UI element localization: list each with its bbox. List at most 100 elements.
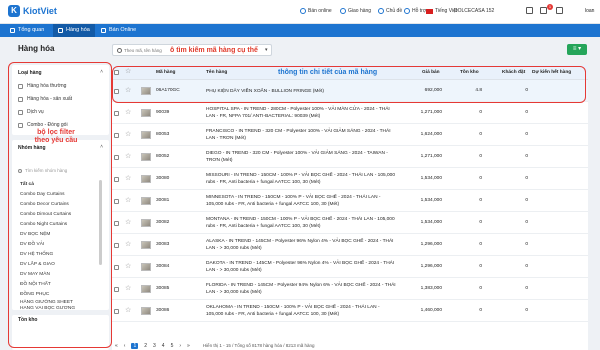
eye-icon	[10, 28, 15, 33]
product-name[interactable]: FRANCISCO - IN TREND - 320 CM - Polyeste…	[206, 128, 396, 142]
table-row[interactable]: ☆ 30082 MONTANA - IN TREND - 150CM - 100% …	[112, 212, 588, 234]
product-name[interactable]: FLORIDA - IN TREND - 145CM - Polyester 9…	[206, 282, 396, 296]
row-checkbox[interactable]	[114, 133, 119, 138]
star-icon[interactable]: ☆	[125, 108, 131, 116]
product-name[interactable]: MONTANA - IN TREND - 150CM - 100% P - VẢ…	[206, 216, 396, 230]
vietnam-flag-icon	[426, 8, 433, 14]
page-link[interactable]: 1	[131, 342, 139, 349]
product-price: 1,534,000	[420, 198, 442, 203]
kiotviet-logo-icon: K	[8, 5, 20, 17]
gear-icon[interactable]	[556, 7, 563, 14]
product-name[interactable]: HOSPITAL SPA - IN TREND - 280CM - Polyes…	[206, 106, 396, 120]
search-input[interactable]	[124, 46, 169, 55]
topnav-online-sales-label: Bán online	[308, 8, 332, 14]
star-icon[interactable]: ☆	[125, 174, 131, 182]
product-code[interactable]: 30085	[156, 286, 169, 291]
mail-icon[interactable]	[526, 7, 533, 14]
star-icon[interactable]: ☆	[125, 130, 131, 138]
page-link[interactable]: 3	[153, 343, 156, 349]
star-icon[interactable]: ☆	[125, 152, 131, 160]
product-name[interactable]: DAKOTA - IN TREND - 145CM - Polyester 96…	[206, 260, 396, 274]
product-stock: 0	[479, 242, 482, 247]
star-icon[interactable]: ☆	[125, 240, 131, 248]
star-icon[interactable]: ☆	[125, 306, 131, 314]
table-row[interactable]: ☆ 30083 ALASKA - IN TREND - 145CM - Polyes…	[112, 234, 588, 256]
row-checkbox[interactable]	[114, 265, 119, 270]
next-page-button[interactable]: ›	[179, 343, 181, 349]
topnav-language[interactable]: Tiếng Việt	[426, 8, 457, 14]
product-price: 1,271,000	[420, 154, 442, 159]
product-stock: 0	[479, 286, 482, 291]
table-row[interactable]: ☆ 30081 MINNESOTA - IN TREND - 150CM - 100…	[112, 190, 588, 212]
table-row[interactable]: ☆ 80053 FRANCISCO - IN TREND - 320 CM - Po…	[112, 124, 588, 146]
row-checkbox[interactable]	[114, 221, 119, 226]
add-product-button[interactable]: ≡ ▾	[567, 44, 587, 55]
user-menu[interactable]: loan	[585, 8, 594, 14]
topnav-shipping-label: Giao hàng	[348, 8, 372, 14]
page-link[interactable]: 2	[144, 343, 147, 349]
product-price: 1,460,000	[420, 308, 442, 313]
topnav-online-sales[interactable]: Bán online	[300, 8, 332, 14]
star-icon[interactable]: ☆	[125, 284, 131, 292]
product-price: 1,296,000	[420, 242, 442, 247]
topnav-theme-label: Chủ đề	[386, 8, 403, 14]
row-checkbox[interactable]	[114, 243, 119, 248]
table-row[interactable]: ☆ 30086 OKLAHOMA - IN TREND - 150CM - 100%…	[112, 300, 588, 322]
product-code[interactable]: 30081	[156, 198, 169, 203]
product-code[interactable]: 30082	[156, 220, 169, 225]
row-checkbox[interactable]	[114, 199, 119, 204]
table-row[interactable]: ☆ 30084 DAKOTA - IN TREND - 145CM - Polyes…	[112, 256, 588, 278]
search-annotation: ô tìm kiếm mã hàng cụ thể	[170, 46, 258, 54]
product-name[interactable]: OKLAHOMA - IN TREND - 150CM - 100% P - V…	[206, 304, 396, 318]
table-row[interactable]: ☆ 80052 DIEGO - IN TREND - 320 CM - Polyes…	[112, 146, 588, 168]
product-customer-order: 0	[525, 286, 528, 291]
tab-overview[interactable]: Tổng quan	[5, 24, 49, 37]
row-checkbox[interactable]	[114, 309, 119, 314]
topnav-shipping[interactable]: Giao hàng	[340, 8, 371, 14]
product-name[interactable]: DIEGO - IN TREND - 320 CM - Polyester 10…	[206, 150, 396, 164]
first-page-button[interactable]: «	[115, 343, 118, 349]
last-page-button[interactable]: »	[187, 343, 190, 349]
app-logo[interactable]: K KiotViet	[8, 5, 57, 17]
table-row[interactable]: ☆ 90039 HOSPITAL SPA - IN TREND - 280CM - …	[112, 102, 588, 124]
prev-page-button[interactable]: ‹	[124, 343, 126, 349]
product-thumbnail	[141, 285, 151, 293]
main-nav: Tổng quan Hàng hóa Bán Online	[0, 24, 600, 37]
product-price: 1,296,000	[420, 264, 442, 269]
star-icon[interactable]: ☆	[125, 262, 131, 270]
tab-online-sales[interactable]: Bán Online	[96, 24, 141, 37]
bell-icon[interactable]	[540, 7, 547, 14]
product-code[interactable]: 90039	[156, 110, 169, 115]
product-code[interactable]: 80053	[156, 132, 169, 137]
product-customer-order: 0	[525, 132, 528, 137]
row-highlight-box	[112, 66, 586, 103]
product-thumbnail	[141, 175, 151, 183]
row-checkbox[interactable]	[114, 287, 119, 292]
topnav-theme[interactable]: Chủ đề	[378, 8, 402, 14]
row-checkbox[interactable]	[114, 155, 119, 160]
star-icon[interactable]: ☆	[125, 218, 131, 226]
row-checkbox[interactable]	[114, 177, 119, 182]
row-checkbox[interactable]	[114, 111, 119, 116]
product-code[interactable]: 30083	[156, 242, 169, 247]
product-code[interactable]: 80052	[156, 154, 169, 159]
product-name[interactable]: MINNESOTA - IN TREND - 150CM - 100% P - …	[206, 194, 396, 208]
store-name[interactable]: DOLCECASA 152	[454, 8, 494, 14]
product-name[interactable]: ALASKA - IN TREND - 145CM - Polyester 96…	[206, 238, 396, 252]
product-code[interactable]: 30084	[156, 264, 169, 269]
box-icon	[58, 28, 63, 33]
product-stock: 0	[479, 154, 482, 159]
product-customer-order: 0	[525, 264, 528, 269]
table-row[interactable]: ☆ 30080 MISSOURI - IN TREND - 150CM - 100%…	[112, 168, 588, 190]
star-icon[interactable]: ☆	[125, 196, 131, 204]
table-row[interactable]: ☆ 30085 FLORIDA - IN TREND - 145CM - Polye…	[112, 278, 588, 300]
product-code[interactable]: 30080	[156, 176, 169, 181]
chevron-down-icon[interactable]: ▾	[265, 47, 268, 53]
topnav-support[interactable]: Hỗ trợ	[404, 8, 426, 14]
product-code[interactable]: 30086	[156, 308, 169, 313]
page-link[interactable]: 5	[171, 343, 174, 349]
product-name[interactable]: MISSOURI - IN TREND - 150CM - 100% P - V…	[206, 172, 396, 186]
filter-annotation: bộ lọc filter theo yêu cầu	[34, 129, 78, 144]
tab-products[interactable]: Hàng hóa	[53, 24, 95, 37]
page-link[interactable]: 4	[162, 343, 165, 349]
